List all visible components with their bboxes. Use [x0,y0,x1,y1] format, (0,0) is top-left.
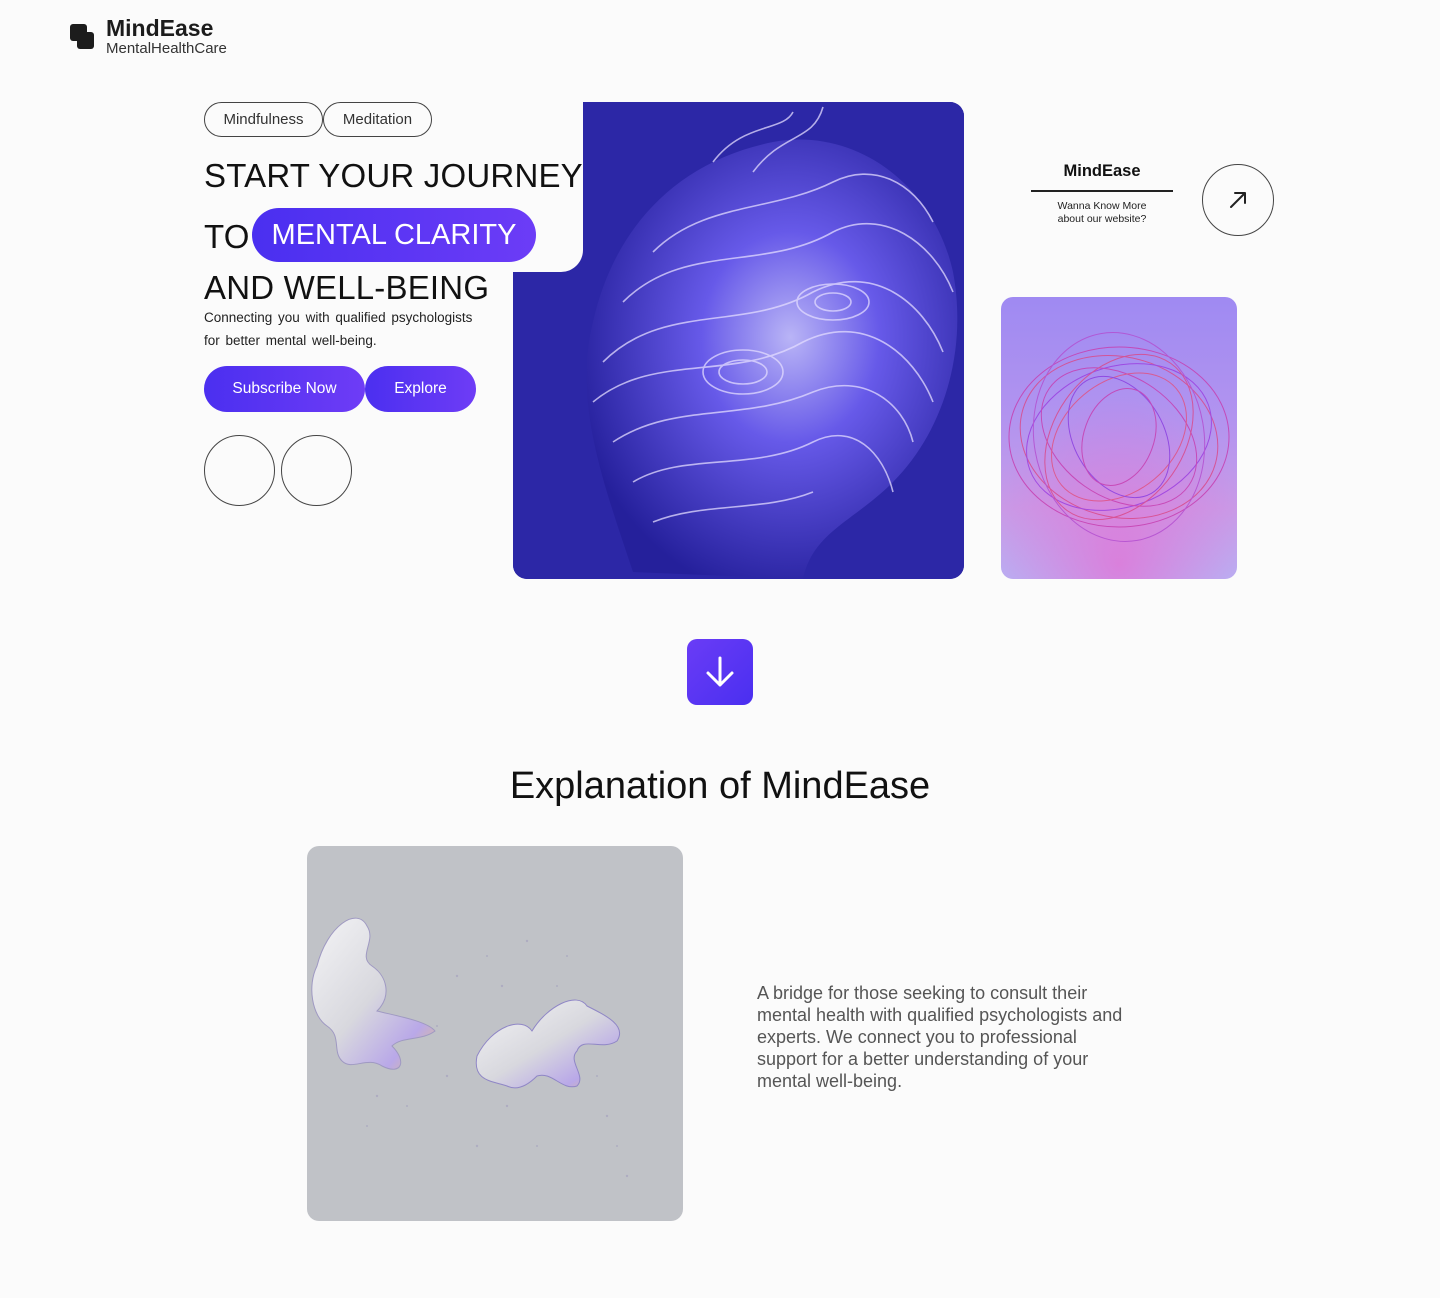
side-card-text: Wanna Know More about our website? [1057,200,1147,225]
headline-highlight: MENTAL CLARITY [252,208,536,262]
side-card-title: MindEase [1063,162,1141,180]
scroll-down-button[interactable] [687,639,753,705]
learn-more-button[interactable] [1202,164,1274,236]
secondary-image [1001,297,1237,579]
explore-button[interactable]: Explore [365,366,476,412]
subscribe-button[interactable]: Subscribe Now [204,366,365,412]
headline-line-1: START YOUR JOURNEY [204,157,583,194]
brand-name: MindEase [106,15,214,41]
brand-tagline: MentalHealthCare [106,40,227,57]
headline-line-3: AND WELL-BEING [204,269,490,306]
arrow-down-icon [706,656,734,687]
explanation-title: Explanation of MindEase [509,765,931,807]
explanation-text: A bridge for those seeking to consult th… [757,983,1123,1091]
brand-logo[interactable]: MindEase MentalHealthCare [70,16,227,58]
tag-meditation[interactable]: Meditation [323,102,432,137]
hero-description: Connecting you with qualified psychologi… [204,310,473,348]
tag-mindfulness[interactable]: Mindfulness [204,102,323,137]
arrow-up-right-icon [1230,192,1246,208]
logo-icon [70,24,96,56]
explanation-image [307,846,683,1221]
decorative-circle [281,435,352,506]
decorative-circle [204,435,275,506]
headline-line-2-prefix: TO [204,218,250,255]
side-card-divider [1031,190,1173,192]
